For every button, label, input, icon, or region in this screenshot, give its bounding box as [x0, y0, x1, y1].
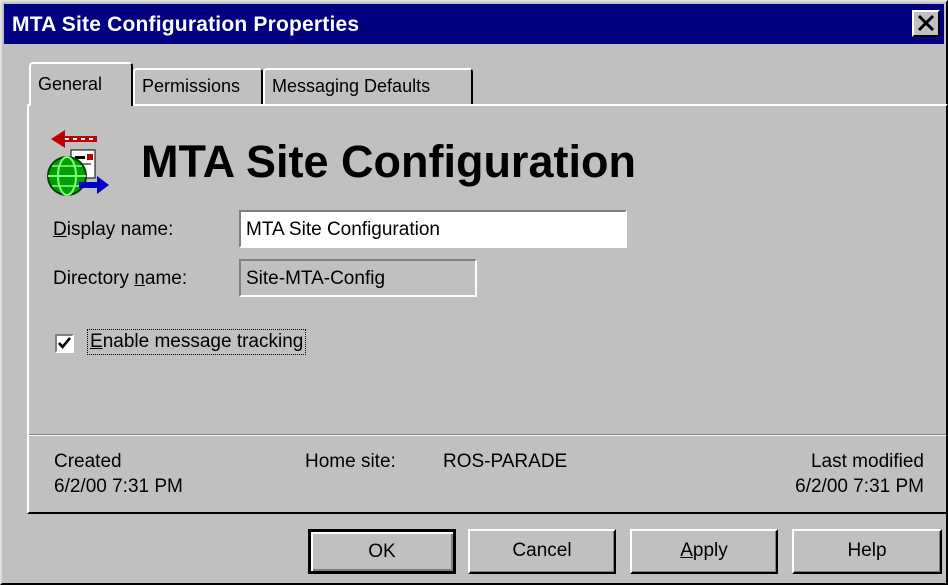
separator	[29, 434, 946, 436]
display-name-label: Display name:	[53, 219, 174, 240]
created-label: Created	[54, 451, 122, 472]
last-modified-label: Last modified	[810, 451, 924, 472]
tab-general[interactable]: General	[29, 62, 133, 106]
checkmark-icon	[58, 337, 71, 350]
page-title: MTA Site Configuration	[141, 136, 636, 187]
message-tracking-checkbox[interactable]	[55, 334, 74, 353]
mta-site-config-icon	[47, 130, 109, 196]
close-icon	[917, 14, 935, 32]
home-site-label: Home site:	[305, 451, 396, 472]
tab-messaging-defaults-label: Messaging Defaults	[272, 76, 431, 96]
directory-name-field: Site-MTA-Config	[239, 259, 477, 297]
title-bar[interactable]: MTA Site Configuration Properties	[4, 4, 944, 44]
tab-permissions[interactable]: Permissions	[133, 68, 263, 104]
window-title: MTA Site Configuration Properties	[12, 13, 360, 36]
display-name-field[interactable]: MTA Site Configuration	[239, 210, 627, 248]
cancel-button[interactable]: Cancel	[468, 529, 616, 574]
created-value: 6/2/00 7:31 PM	[54, 476, 183, 497]
last-modified-value: 6/2/00 7:31 PM	[795, 476, 924, 497]
ok-button[interactable]: OK	[308, 529, 456, 574]
directory-name-label: Directory name:	[53, 268, 188, 289]
tab-general-label: General	[38, 74, 103, 94]
tab-permissions-label: Permissions	[142, 76, 241, 96]
apply-button[interactable]: Apply	[630, 529, 778, 574]
tab-messaging-defaults[interactable]: Messaging Defaults	[263, 68, 473, 104]
properties-dialog: MTA Site Configuration Properties Genera…	[0, 0, 948, 585]
message-tracking-label[interactable]: Enable message tracking	[87, 329, 307, 355]
help-button[interactable]: Help	[792, 529, 942, 574]
general-tab-panel: MTA Site Configuration Display name: MTA…	[27, 104, 948, 514]
close-button[interactable]	[912, 10, 940, 37]
home-site-value: ROS-PARADE	[443, 451, 568, 472]
